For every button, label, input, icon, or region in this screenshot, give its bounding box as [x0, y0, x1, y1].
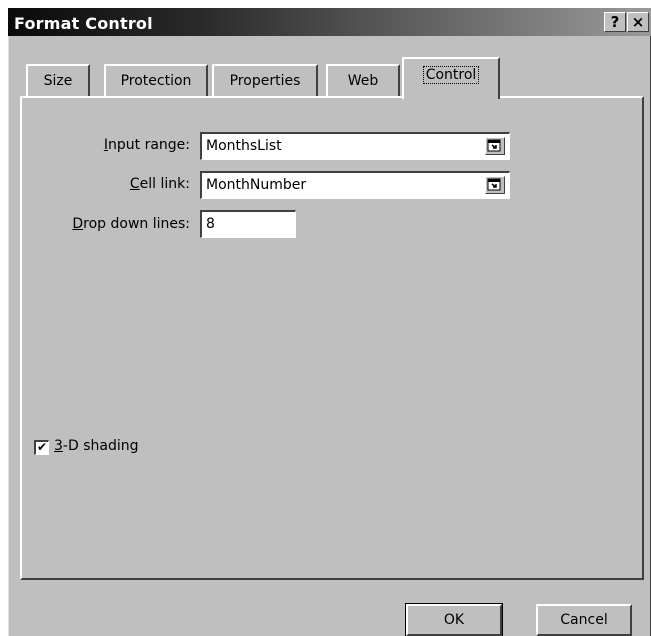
dialog-title: Format Control — [14, 14, 153, 33]
cancel-button[interactable]: Cancel — [536, 604, 632, 636]
ok-button[interactable]: OK — [405, 603, 503, 636]
tab-protection[interactable]: Protection — [104, 64, 208, 96]
format-control-dialog: Format Control ? × Size Protection Prope… — [8, 8, 651, 636]
tab-properties[interactable]: Properties — [212, 64, 318, 96]
tab-size[interactable]: Size — [26, 64, 90, 96]
tab-control[interactable]: Control — [402, 57, 500, 99]
title-bar[interactable]: Format Control ? × — [8, 8, 651, 36]
close-button[interactable]: × — [627, 12, 649, 32]
control-tab-panel — [20, 96, 644, 580]
help-button[interactable]: ? — [604, 12, 626, 32]
tab-web[interactable]: Web — [326, 64, 400, 96]
